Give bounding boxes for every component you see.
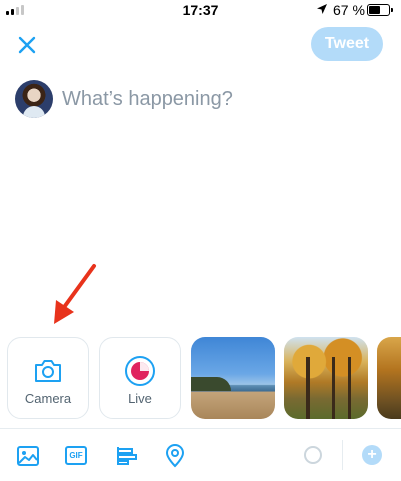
recent-photo-trees[interactable] (284, 337, 368, 419)
poll-icon[interactable] (115, 444, 139, 468)
close-icon[interactable] (16, 34, 38, 56)
toolbar-divider (0, 428, 401, 429)
recent-photo-beach[interactable] (191, 337, 275, 419)
toolbar-separator (342, 440, 343, 470)
image-icon[interactable] (16, 444, 40, 468)
live-button[interactable]: Live (99, 337, 181, 419)
gif-icon[interactable]: GIF (65, 446, 87, 465)
location-icon[interactable] (163, 444, 187, 468)
add-tweet-button[interactable]: + (362, 445, 382, 465)
camera-button[interactable]: Camera (7, 337, 89, 419)
annotation-arrow (54, 264, 96, 324)
camera-label: Camera (24, 391, 72, 406)
character-counter (304, 446, 322, 464)
location-services-icon (317, 4, 327, 14)
battery-icon (367, 4, 393, 16)
live-label: Live (128, 391, 152, 406)
status-bar: 17:37 67 % (0, 0, 401, 20)
tweet-button[interactable]: Tweet (311, 27, 383, 61)
battery-percentage: 67 % (333, 2, 365, 18)
recent-photo-partial[interactable] (377, 337, 401, 419)
compose-tweet-input[interactable] (62, 86, 362, 112)
camera-icon (35, 360, 61, 382)
avatar (15, 80, 53, 118)
live-icon (125, 356, 155, 386)
